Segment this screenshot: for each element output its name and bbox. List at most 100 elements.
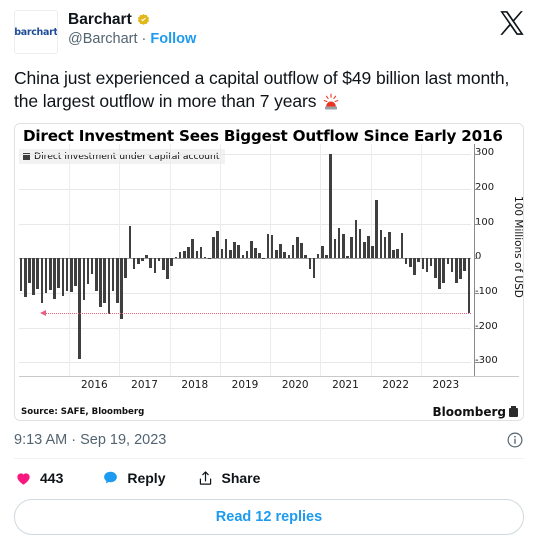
- chart-bar: [187, 247, 190, 259]
- bloomberg-wordmark: Bloomberg: [432, 405, 507, 419]
- reply-button[interactable]: Reply: [101, 469, 165, 487]
- chart-annotation-line: [45, 312, 471, 314]
- chart-bar: [111, 258, 115, 292]
- author-display-name[interactable]: Barchart: [68, 11, 132, 29]
- chart-bar: [195, 251, 199, 259]
- bloomberg-mark-icon: [509, 405, 518, 417]
- x-axis-tick-label: 2021: [332, 379, 359, 391]
- chart-bar: [40, 258, 44, 304]
- chart-bar: [44, 258, 48, 293]
- chart-bar: [74, 258, 77, 286]
- like-button[interactable]: 443: [14, 469, 63, 487]
- chart-gridline-vertical: [219, 144, 221, 376]
- chart-bar: [23, 258, 27, 298]
- x-axis-tick-label: 2017: [131, 379, 158, 391]
- chart-bar: [308, 258, 312, 270]
- follow-button[interactable]: Follow: [150, 31, 196, 48]
- chart-bar: [199, 247, 203, 259]
- chart-bar: [28, 258, 31, 283]
- y-axis-title: 100 Millions of USD: [512, 196, 524, 298]
- chart-bar: [408, 258, 412, 267]
- chart-media-card[interactable]: Direct Investment Sees Biggest Outflow S…: [14, 123, 524, 421]
- read-replies-button[interactable]: Read 12 replies: [14, 499, 524, 535]
- meta-divider: [14, 458, 524, 459]
- chart-bar: [342, 234, 345, 259]
- tweet-text: China just experienced a capital outflow…: [14, 67, 524, 113]
- chart-bar: [191, 239, 194, 259]
- tweet-header: barchart Barchart @Barchart · Follow: [14, 10, 524, 56]
- chart-bar: [57, 258, 60, 288]
- comment-bubble-icon: [101, 469, 120, 487]
- tweet-card: barchart Barchart @Barchart · Follow Chi…: [0, 0, 538, 540]
- y-axis-tick-label: 200: [475, 182, 495, 193]
- chart-bar: [283, 252, 286, 259]
- y-axis-tick-label: -100: [475, 285, 498, 297]
- avatar[interactable]: barchart: [14, 10, 58, 54]
- chart-bar: [220, 248, 224, 259]
- y-axis-tick-label: 300: [475, 147, 495, 159]
- chart-bar: [233, 241, 236, 259]
- x-axis-tick-label: 2019: [231, 379, 259, 391]
- chart-bar: [170, 258, 173, 266]
- chart-bar: [270, 234, 274, 259]
- chart-bar: [455, 258, 458, 284]
- chart-bar: [287, 254, 291, 259]
- y-axis-tick-mark: [475, 258, 479, 260]
- author-block: Barchart @Barchart · Follow: [68, 10, 196, 48]
- chart-bar: [249, 240, 253, 259]
- like-count: 443: [40, 470, 64, 486]
- chart-bar: [149, 258, 153, 268]
- chart-bar: [262, 257, 266, 259]
- chart-title: Direct Investment Sees Biggest Outflow S…: [23, 127, 503, 145]
- info-circle-icon[interactable]: [506, 431, 524, 449]
- chart-bar: [354, 220, 358, 259]
- chart-gridline-horizontal: [19, 362, 471, 364]
- chart-bar: [229, 249, 232, 259]
- chart-bar: [300, 242, 303, 259]
- tweet-text-body: China just experienced a capital outflow…: [14, 68, 510, 111]
- chart-bar: [78, 258, 81, 359]
- chart-gridline-vertical: [320, 144, 322, 376]
- chart-bar: [325, 254, 328, 259]
- chart-bar: [120, 258, 123, 319]
- tweet-timestamp: 9:13 AM · Sep 19, 2023: [14, 432, 167, 448]
- chart-bar: [350, 236, 353, 259]
- chart-bar: [82, 258, 86, 300]
- chart-bar: [371, 246, 374, 259]
- chart-annotation-arrow-icon: [40, 309, 46, 316]
- chart-bar: [49, 258, 52, 291]
- share-button[interactable]: Share: [197, 469, 260, 487]
- read-replies-label: Read 12 replies: [215, 509, 323, 525]
- chart-bar: [434, 258, 437, 279]
- chart-bar: [266, 234, 270, 259]
- avatar-label: barchart: [14, 26, 58, 38]
- chart-bar: [459, 258, 462, 280]
- chart-bar: [224, 239, 228, 259]
- chart-bar: [463, 258, 466, 272]
- chart-bar: [446, 258, 450, 265]
- chart-bar: [275, 249, 278, 259]
- chart-bar: [141, 258, 144, 262]
- chart-bar: [396, 248, 399, 259]
- chart-bar: [19, 258, 23, 292]
- chart-bar: [32, 258, 35, 295]
- chart-bar: [145, 255, 148, 259]
- author-handle-row: @Barchart · Follow: [68, 31, 196, 48]
- share-arrow-icon: [197, 469, 214, 487]
- chart-bar: [178, 252, 182, 259]
- x-logo-icon[interactable]: [499, 10, 525, 36]
- chart-bar: [358, 228, 362, 259]
- chart-bar: [367, 235, 370, 259]
- chart-gridline-vertical: [270, 144, 272, 376]
- chart-bar: [90, 258, 94, 274]
- chart-bar: [438, 258, 441, 290]
- chart-bar: [132, 258, 136, 269]
- chart-bar: [174, 256, 178, 259]
- chart-bar: [124, 258, 127, 279]
- chart-bar: [450, 258, 454, 273]
- chart-bar: [383, 237, 387, 259]
- chart-bar: [404, 258, 408, 265]
- chart-bar: [421, 258, 425, 270]
- chart-gridline-horizontal: [19, 327, 471, 329]
- chart-gridline-vertical: [370, 144, 372, 376]
